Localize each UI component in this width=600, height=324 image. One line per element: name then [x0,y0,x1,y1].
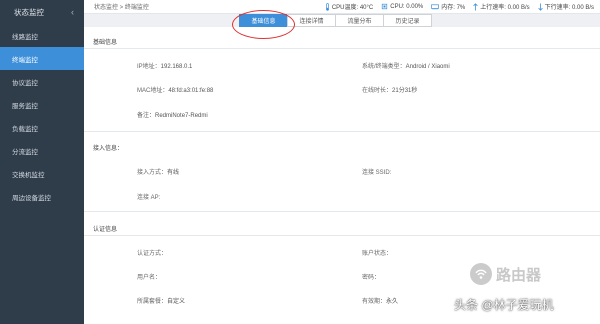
tab-connection-details[interactable]: 连接详情 [287,14,336,27]
plan-field: 所属套餐：自定义 [137,296,185,305]
online-value: 21分31秒 [392,88,418,94]
download-stat: 下行速率: 0.00 B/s [537,2,594,11]
sidebar-item-label: 周边设备监控 [12,194,51,202]
sidebar-item-split[interactable]: 分流监控 [0,139,84,162]
sidebar-header[interactable]: 状态监控 ‹ [0,0,84,24]
sidebar-item-service[interactable]: 服务监控 [0,93,84,116]
section-title-access: 接入信息： [93,146,124,152]
section-title-auth: 认证信息 [93,227,118,233]
note-value: RedmiNote7-Redmi [155,113,208,119]
ip-value: 192.168.0.1 [160,64,193,70]
divider [84,131,600,132]
sidebar-item-terminal[interactable]: 终端监控 [0,47,84,70]
os-value: Android / Xiaomi [405,64,450,70]
cpu-temp-text: CPU温度: 40°C [331,5,374,11]
router-watermark: 路由器 [470,263,541,285]
download-text: 下行速率: 0.00 B/s [544,5,594,11]
sidebar-title: 状态监控 [14,7,44,17]
router-logo-icon [470,263,492,285]
validity-label: 有效期： [362,299,387,305]
memory-icon [431,3,440,10]
ip-label: IP地址： [137,64,161,70]
os-field: 系统/终端类型：Android / Xiaomi [362,61,450,70]
memory-stat: 内存: 7% [431,2,465,11]
divider [84,48,600,49]
chevron-left-icon[interactable]: ‹ [71,7,74,17]
auth-method-label: 认证方式： [137,251,168,257]
note-field: 备注：RedmiNote7-Redmi [137,110,208,119]
plan-label: 所属套餐： [137,299,168,305]
mac-label: MAC地址： [137,88,169,94]
sidebar-item-label: 线路监控 [12,33,38,41]
router-watermark-text: 路由器 [496,266,542,284]
mac-value: 48:fd:a3:01:fe:88 [168,88,214,94]
cpu-stat: CPU: 0.00% [381,3,423,10]
os-label: 系统/终端类型： [362,64,406,70]
upload-stat: 上行速率: 0.00 B/s [473,2,530,11]
note-label: 备注： [137,113,156,119]
cpu-icon [381,3,388,10]
auth-method-field: 认证方式： [137,248,167,257]
validity-field: 有效期：永久 [362,296,398,305]
thermometer-icon [325,2,330,11]
access-mode-field: 接入方式：有线 [137,167,179,176]
cpu-temp-stat: CPU温度: 40°C [325,2,373,11]
memory-text: 内存: 7% [441,5,466,11]
tab-traffic-distribution[interactable]: 流量分布 [335,14,384,27]
sidebar-item-load[interactable]: 负载监控 [0,116,84,139]
online-label: 在线时长： [362,88,393,94]
sidebar-item-line[interactable]: 线路监控 [0,24,84,47]
account-status-field: 账户状态： [362,248,392,257]
plan-value: 自定义 [167,299,186,305]
sidebar-item-protocol[interactable]: 协议监控 [0,70,84,93]
sidebar-item-label: 分流监控 [12,148,38,156]
username-field: 用户名： [137,272,161,281]
access-mode-label: 接入方式： [137,170,168,176]
sidebar-item-label: 交换机监控 [12,171,45,179]
sidebar-item-peripheral[interactable]: 周边设备监控 [0,185,84,208]
validity-value: 永久 [386,299,399,305]
ssid-label: 连接 SSID: [362,170,392,176]
sidebar-item-switch[interactable]: 交换机监控 [0,162,84,185]
password-field: 密码： [362,272,380,281]
sidebar: 状态监控 ‹ 线路监控 终端监控 协议监控 服务监控 负载监控 分流监控 交换机… [0,0,84,324]
section-title-basic: 基础信息 [93,40,118,46]
sidebar-item-label: 协议监控 [12,79,38,87]
password-label: 密码： [362,275,381,281]
ssid-field: 连接 SSID: [362,167,391,176]
cpu-text: CPU: 0.00% [390,3,424,10]
sidebar-item-label: 服务监控 [12,102,38,110]
sidebar-item-label: 终端监控 [12,56,38,64]
upload-text: 上行速率: 0.00 B/s [480,5,530,11]
arrow-up-icon [473,2,478,11]
top-bar: 状态监控 > 终端监控 CPU温度: 40°C CPU: 0.00% 内存: 7… [84,0,600,14]
divider [84,211,600,212]
access-mode-value: 有线 [167,170,180,176]
ip-field: IP地址：192.168.0.1 [137,61,192,70]
ap-label: 连接 AP: [137,195,161,201]
author-watermark: 头条 @林子爱玩机 [454,298,554,312]
tab-history[interactable]: 历史记录 [383,14,432,27]
system-stats: CPU温度: 40°C CPU: 0.00% 内存: 7% 上行速率: 0.00… [325,2,600,11]
mac-field: MAC地址：48:fd:a3:01:fe:88 [137,85,213,94]
sidebar-item-label: 负载监控 [12,125,38,133]
online-field: 在线时长：21分31秒 [362,85,417,94]
arrow-down-icon [537,3,543,11]
divider [84,235,600,236]
tab-basic-info[interactable]: 基础信息 [239,14,288,27]
breadcrumb: 状态监控 > 终端监控 [94,5,149,11]
tab-bar: 基础信息 连接详情 流量分布 历史记录 [239,14,432,27]
username-label: 用户名： [137,275,162,281]
account-status-label: 账户状态： [362,251,393,257]
ap-field: 连接 AP: [137,192,160,201]
